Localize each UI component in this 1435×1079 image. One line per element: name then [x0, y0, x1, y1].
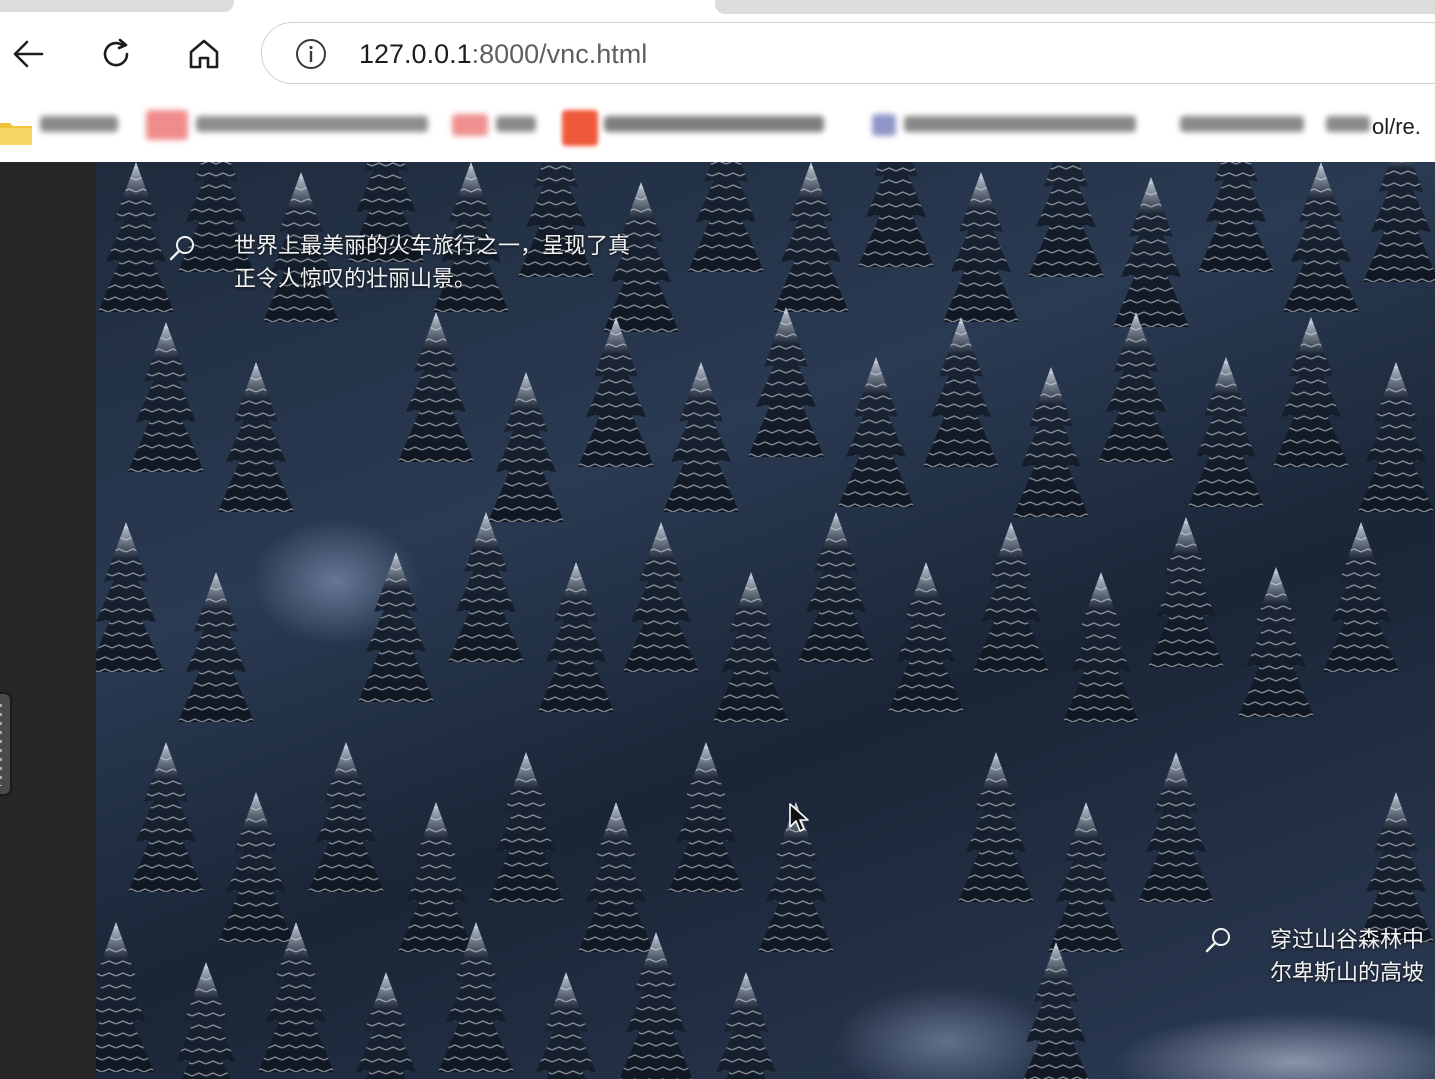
url-text[interactable]: 127.0.0.1:8000/vnc.html [359, 38, 647, 70]
reload-icon [103, 38, 129, 67]
bookmark-item[interactable] [904, 116, 1136, 132]
browser-tab[interactable] [715, 0, 1435, 14]
bookmark-favicon [146, 110, 188, 140]
home-button[interactable] [182, 32, 226, 76]
spotlight-caption-bottom[interactable]: 穿过山谷森林中 尔卑斯山的高坡 [1270, 924, 1424, 990]
bookmark-item-label[interactable]: ol/re. [1372, 114, 1421, 140]
url-path: :8000/vnc.html [471, 39, 648, 69]
bookmark-item[interactable] [1326, 116, 1370, 132]
browser-tab[interactable] [0, 0, 234, 12]
tab-strip [0, 0, 1435, 14]
home-icon [189, 39, 219, 69]
vnc-control-bar-handle[interactable] [0, 692, 12, 796]
bookmark-item[interactable] [1180, 116, 1304, 132]
search-icon[interactable] [1204, 926, 1232, 954]
bookmarks-bar: ol/re. [0, 102, 1435, 162]
bookmark-item[interactable] [604, 116, 824, 132]
caption-line: 世界上最美丽的火车旅行之一，呈现了真 [234, 234, 631, 259]
caption-line: 尔卑斯山的高坡 [1270, 961, 1425, 986]
mouse-cursor-icon [789, 803, 809, 832]
site-info-icon[interactable] [295, 38, 327, 70]
caption-line: 穿过山谷森林中 [1270, 928, 1425, 953]
browser-toolbar: 127.0.0.1:8000/vnc.html [0, 14, 1435, 102]
forest-wallpaper [96, 162, 1435, 1079]
back-button[interactable] [6, 32, 50, 76]
caption-line: 正令人惊叹的壮丽山景。 [234, 267, 477, 292]
bookmark-item[interactable] [196, 116, 428, 132]
bookmark-item[interactable] [40, 116, 118, 132]
bookmark-favicon [872, 114, 896, 136]
url-host: 127.0.0.1 [359, 39, 472, 69]
bookmark-favicon [562, 110, 598, 146]
search-icon[interactable] [168, 234, 196, 262]
bookmark-item[interactable] [496, 116, 536, 132]
spotlight-caption-top[interactable]: 世界上最美丽的火车旅行之一，呈现了真 正令人惊叹的壮丽山景。 [234, 230, 630, 296]
remote-desktop[interactable]: 世界上最美丽的火车旅行之一，呈现了真 正令人惊叹的壮丽山景。 穿过山谷森林中 尔… [96, 162, 1435, 1079]
address-bar[interactable]: 127.0.0.1:8000/vnc.html [261, 22, 1435, 84]
folder-icon[interactable] [0, 114, 32, 150]
bookmark-favicon [452, 114, 488, 136]
back-arrow-icon [13, 40, 44, 68]
reload-button[interactable] [94, 32, 138, 76]
vnc-sidebar [0, 162, 96, 1079]
